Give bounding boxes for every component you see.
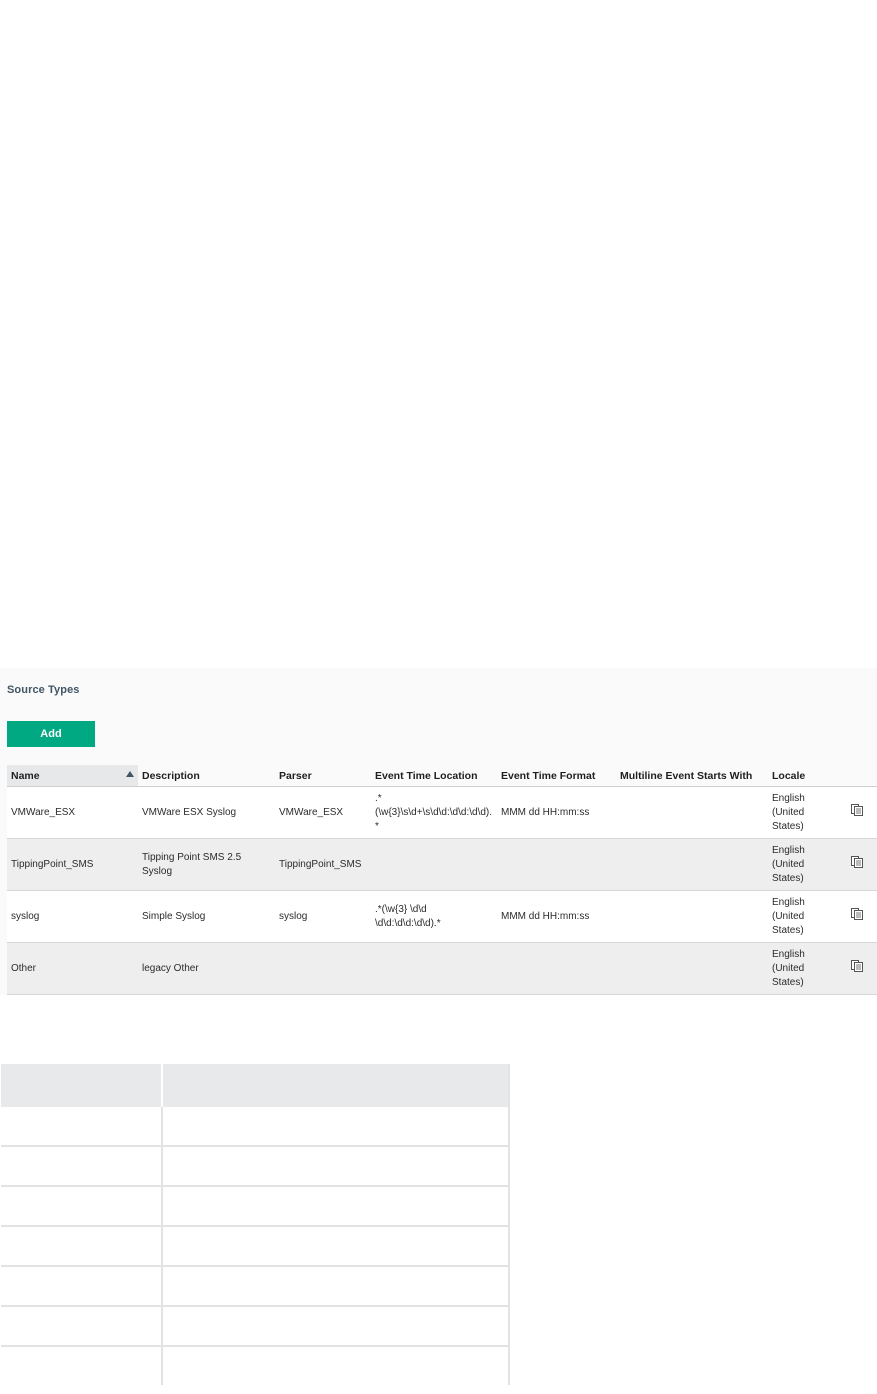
cell-event-time-format: [497, 942, 616, 995]
cell-name: VMWare_ESX: [7, 786, 138, 839]
cell-event-time-format: MMM dd HH:mm:ss: [497, 786, 616, 839]
cell-event-time-location: [371, 838, 497, 891]
empty-cell: [162, 1107, 510, 1147]
sort-ascending-icon: [126, 771, 134, 777]
cell-event-time-format: [497, 838, 616, 891]
cell-name: syslog: [7, 890, 138, 943]
empty-header-cell: [162, 1064, 510, 1107]
cell-description: Simple Syslog: [138, 890, 275, 943]
copy-icon[interactable]: [850, 804, 863, 816]
empty-cell: [162, 1226, 510, 1267]
cell-multiline: [616, 942, 768, 995]
cell-actions: [836, 786, 877, 839]
column-header-locale[interactable]: Locale: [768, 765, 836, 787]
cell-description: VMWare ESX Syslog: [138, 786, 275, 839]
add-button[interactable]: Add: [7, 721, 95, 747]
panel-title: Source Types: [7, 684, 80, 696]
table-row[interactable]: Other legacy Other English (United State…: [7, 942, 877, 995]
cell-actions: [836, 890, 877, 943]
column-header-label: Name: [11, 769, 40, 782]
empty-table-row: [1, 1346, 510, 1385]
cell-multiline: [616, 838, 768, 891]
empty-cell: [1, 1226, 163, 1267]
cell-event-time-location: .*(\w{3} \d\d \d\d:\d\d:\d\d).*: [371, 890, 497, 943]
column-header-event-time-format[interactable]: Event Time Format: [497, 765, 616, 787]
column-header-name[interactable]: Name: [7, 765, 138, 787]
cell-description: Tipping Point SMS 2.5 Syslog: [138, 838, 275, 891]
cell-locale: English (United States): [768, 942, 836, 995]
empty-table: [1, 1064, 510, 1385]
cell-parser: [275, 942, 371, 995]
table-row[interactable]: syslog Simple Syslog syslog .*(\w{3} \d\…: [7, 890, 877, 943]
copy-icon[interactable]: [850, 856, 863, 868]
empty-cell: [1, 1306, 163, 1347]
cell-locale: English (United States): [768, 786, 836, 839]
empty-cell: [162, 1186, 510, 1227]
empty-cell: [162, 1306, 510, 1347]
cell-name: TippingPoint_SMS: [7, 838, 138, 891]
empty-table-row: [1, 1107, 510, 1147]
empty-cell: [162, 1266, 510, 1307]
empty-cell: [1, 1186, 163, 1227]
empty-cell: [1, 1107, 163, 1147]
empty-table-row: [1, 1226, 510, 1267]
cell-actions: [836, 838, 877, 891]
cell-name: Other: [7, 942, 138, 995]
cell-multiline: [616, 786, 768, 839]
empty-header-cell: [1, 1064, 163, 1107]
column-header-multiline[interactable]: Multiline Event Starts With: [616, 765, 768, 787]
copy-icon[interactable]: [850, 960, 863, 972]
empty-table-header: [1, 1064, 510, 1107]
empty-cell: [1, 1346, 163, 1385]
cell-event-time-location: [371, 942, 497, 995]
empty-table-row: [1, 1146, 510, 1187]
empty-cell: [1, 1266, 163, 1307]
empty-cell: [162, 1346, 510, 1385]
cell-parser: syslog: [275, 890, 371, 943]
column-header-description[interactable]: Description: [138, 765, 275, 787]
empty-cell: [1, 1146, 163, 1187]
copy-icon[interactable]: [850, 908, 863, 920]
cell-multiline: [616, 890, 768, 943]
column-header-parser[interactable]: Parser: [275, 765, 371, 787]
table-header-row: Name Description Parser Event Time Locat…: [7, 765, 877, 787]
cell-parser: TippingPoint_SMS: [275, 838, 371, 891]
empty-table-row: [1, 1186, 510, 1227]
empty-cell: [162, 1146, 510, 1187]
cell-description: legacy Other: [138, 942, 275, 995]
cell-locale: English (United States): [768, 838, 836, 891]
table-row[interactable]: TippingPoint_SMS Tipping Point SMS 2.5 S…: [7, 838, 877, 891]
cell-locale: English (United States): [768, 890, 836, 943]
cell-event-time-format: MMM dd HH:mm:ss: [497, 890, 616, 943]
table-row[interactable]: VMWare_ESX VMWare ESX Syslog VMWare_ESX …: [7, 786, 877, 839]
cell-parser: VMWare_ESX: [275, 786, 371, 839]
empty-table-row: [1, 1266, 510, 1307]
column-header-actions: [836, 765, 877, 787]
source-types-table: Name Description Parser Event Time Locat…: [7, 765, 877, 995]
cell-event-time-location: .*(\w{3}\s\d+\s\d\d:\d\d:\d\d).*: [371, 786, 497, 839]
column-header-event-time-location[interactable]: Event Time Location: [371, 765, 497, 787]
cell-actions: [836, 942, 877, 995]
empty-table-row: [1, 1306, 510, 1347]
